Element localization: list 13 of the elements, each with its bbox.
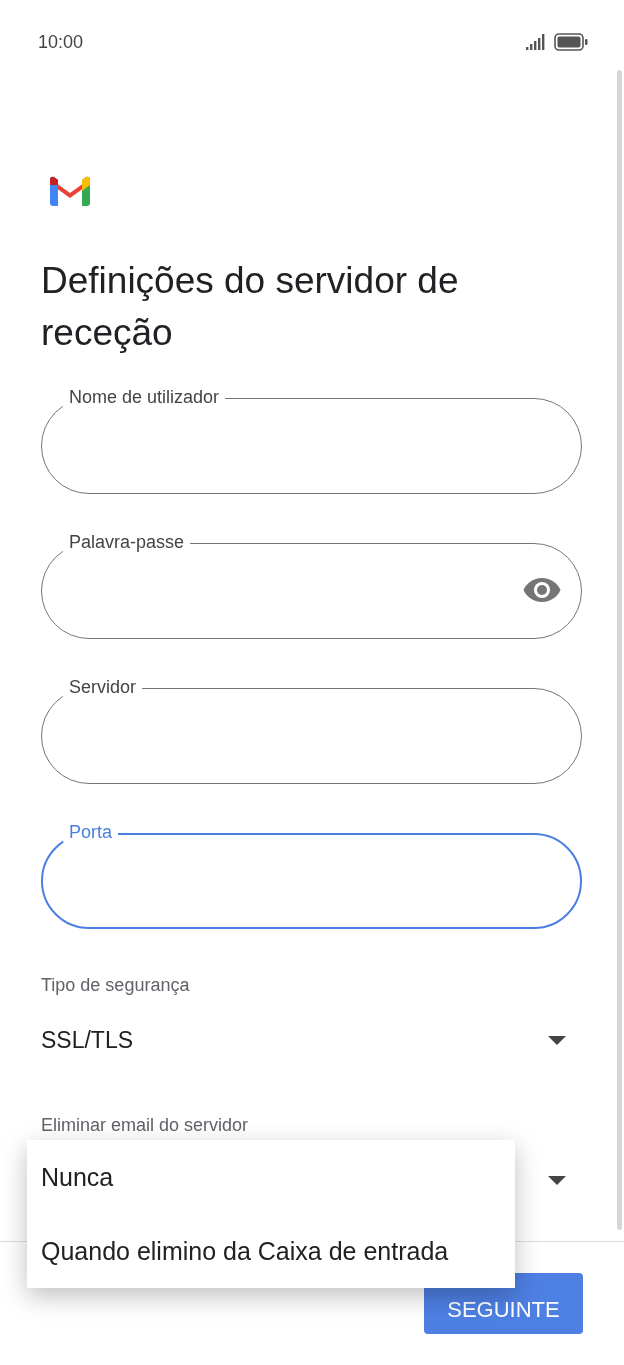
- dropdown-caret-icon[interactable]: [548, 1035, 566, 1045]
- status-time: 10:00: [38, 31, 84, 53]
- dropdown-value[interactable]: SSL/TLS: [41, 1026, 134, 1054]
- envelope-logo-icon: [50, 176, 90, 206]
- eye-icon[interactable]: [523, 577, 561, 603]
- dropdown-label: Tipo de segurança: [41, 975, 191, 995]
- signal-icon: [526, 34, 546, 50]
- menu-item[interactable]: Nunca: [27, 1140, 515, 1214]
- dropdown-caret-icon[interactable]: [548, 1175, 566, 1185]
- page-title: Definições do servidor de receção: [41, 259, 460, 355]
- scrollbar[interactable]: [617, 70, 622, 1230]
- battery-icon: [554, 33, 588, 51]
- dropdown-label: Eliminar email do servidor: [41, 1115, 250, 1135]
